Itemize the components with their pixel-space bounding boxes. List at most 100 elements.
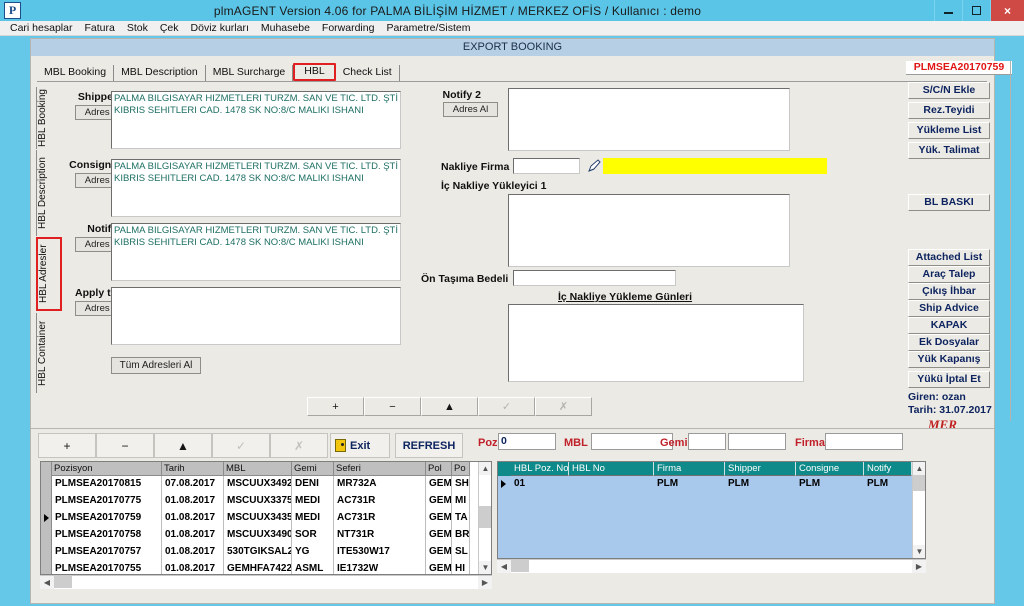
row-indicator[interactable] xyxy=(41,510,52,527)
scroll-down-icon[interactable]: ▼ xyxy=(913,545,925,558)
column-header-notify[interactable]: Notify xyxy=(864,462,912,476)
arac-talep-button[interactable]: Araç Talep xyxy=(908,266,990,283)
scroll-thumb[interactable] xyxy=(479,506,491,528)
record-confirm-button[interactable]: ✓ xyxy=(478,397,535,416)
list-delete-button[interactable]: − xyxy=(96,433,154,458)
row-indicator[interactable] xyxy=(41,493,52,510)
scn-ekle-button[interactable]: S/C/N Ekle xyxy=(908,82,990,99)
yuku-iptal-et-button[interactable]: Yükü İptal Et xyxy=(908,371,990,388)
gemi-secondary-filter-input[interactable] xyxy=(728,433,786,450)
refresh-button[interactable]: REFRESH xyxy=(395,433,463,458)
column-header-shipper[interactable]: Shipper xyxy=(725,462,796,476)
yuk-talimat-button[interactable]: Yük. Talimat xyxy=(908,142,990,159)
record-up-button[interactable]: ▲ xyxy=(421,397,478,416)
tab-mbl-description[interactable]: MBL Description xyxy=(114,65,206,81)
poz-filter-input[interactable]: 0 xyxy=(498,433,556,450)
row-indicator[interactable] xyxy=(41,476,52,493)
column-header-gemi[interactable]: Gemi xyxy=(292,462,334,476)
right-grid-horizontal-scrollbar[interactable]: ◀ ▶ xyxy=(497,559,926,573)
tab-check-list[interactable]: Check List xyxy=(336,65,400,81)
hbl-list-grid[interactable]: HBL Poz. No HBL No Firma Shipper Consign… xyxy=(497,461,926,559)
list-confirm-button[interactable]: ✓ xyxy=(212,433,270,458)
cikis-ihbar-button[interactable]: Çıkış İhbar xyxy=(908,283,990,300)
table-row-selected[interactable]: 01 PLM PLM PLM PLM xyxy=(498,476,925,492)
tab-mbl-surcharge[interactable]: MBL Surcharge xyxy=(206,65,294,81)
on-tasima-bedeli-input[interactable] xyxy=(513,270,676,286)
booking-list-grid[interactable]: Pozisyon Tarih MBL Gemi Seferi Pol Po PL… xyxy=(40,461,492,575)
record-add-button[interactable]: + xyxy=(307,397,364,416)
column-header-mbl[interactable]: MBL xyxy=(224,462,292,476)
ic-nakliye-yukleyici-box[interactable] xyxy=(508,194,790,267)
table-row[interactable]: PLMSEA20170755 01.08.2017 GEMHFA7422 ASM… xyxy=(41,561,491,574)
menu-item-stok[interactable]: Stok xyxy=(121,21,154,35)
row-indicator[interactable] xyxy=(41,527,52,544)
notify2-adres-al-button[interactable]: Adres Al xyxy=(443,102,498,117)
attached-list-button[interactable]: Attached List xyxy=(908,249,990,266)
bl-baski-button[interactable]: BL BASKI xyxy=(908,194,990,211)
consigne-address-box[interactable]: PALMA BILGISAYAR HIZMETLERI TURZM. SAN V… xyxy=(111,159,401,217)
record-delete-button[interactable]: − xyxy=(364,397,421,416)
scroll-down-icon[interactable]: ▼ xyxy=(479,561,491,574)
left-grid-vertical-scrollbar[interactable]: ▲ ▼ xyxy=(478,462,491,574)
scroll-up-icon[interactable]: ▲ xyxy=(479,462,491,475)
ek-dosyalar-button[interactable]: Ek Dosyalar xyxy=(908,334,990,351)
row-indicator[interactable] xyxy=(41,561,52,574)
notify-address-box[interactable]: PALMA BILGISAYAR HIZMETLERI TURZM. SAN V… xyxy=(111,223,401,281)
yuk-kapanis-button[interactable]: Yük Kapanış xyxy=(908,351,990,368)
column-header-pol[interactable]: Pol xyxy=(426,462,452,476)
tum-adresleri-al-button[interactable]: Tüm Adresleri Al xyxy=(111,357,201,374)
menu-item-parametre-sistem[interactable]: Parametre/Sistem xyxy=(380,21,476,35)
minimize-button[interactable] xyxy=(934,0,962,21)
scroll-up-icon[interactable]: ▲ xyxy=(913,462,925,475)
list-add-button[interactable]: + xyxy=(38,433,96,458)
column-header-tarih[interactable]: Tarih xyxy=(162,462,224,476)
tab-mbl-booking[interactable]: MBL Booking xyxy=(37,65,115,81)
column-header-pozisyon[interactable]: Pozisyon xyxy=(52,462,162,476)
column-header-hbl-poz-no[interactable]: HBL Poz. No xyxy=(511,462,569,476)
right-grid-vertical-scrollbar[interactable]: ▲ ▼ xyxy=(912,462,925,558)
scroll-right-icon[interactable]: ▶ xyxy=(912,560,926,573)
kapak-button[interactable]: KAPAK xyxy=(908,317,990,334)
table-row[interactable]: PLMSEA20170757 01.08.2017 530TGIKSAL2 YG… xyxy=(41,544,491,561)
scroll-thumb[interactable] xyxy=(54,576,72,588)
tab-hbl[interactable]: HBL xyxy=(293,63,336,81)
menu-item-fatura[interactable]: Fatura xyxy=(78,21,120,35)
gemi-filter-input[interactable] xyxy=(688,433,726,450)
rez-teyidi-button[interactable]: Rez.Teyidi xyxy=(908,102,990,119)
menu-item-forwarding[interactable]: Forwarding xyxy=(316,21,381,35)
ship-advice-button[interactable]: Ship Advice xyxy=(908,300,990,317)
left-grid-horizontal-scrollbar[interactable]: ◀ ▶ xyxy=(40,575,492,589)
table-row-selected[interactable]: PLMSEA20170759 01.08.2017 MSCUUX3435 MED… xyxy=(41,510,491,527)
notify2-address-box[interactable] xyxy=(508,88,790,151)
list-cancel-button[interactable]: ✗ xyxy=(270,433,328,458)
menu-item-muhasebe[interactable]: Muhasebe xyxy=(255,21,316,35)
row-indicator[interactable] xyxy=(498,476,511,492)
nakliye-firma-pick-button[interactable] xyxy=(584,158,603,175)
menu-item-cek[interactable]: Çek xyxy=(154,21,185,35)
column-header-pod[interactable]: Po xyxy=(452,462,470,476)
scroll-thumb[interactable] xyxy=(913,475,925,491)
list-up-button[interactable]: ▲ xyxy=(154,433,212,458)
table-row[interactable]: PLMSEA20170775 01.08.2017 MSCUUX3375 MED… xyxy=(41,493,491,510)
column-header-hbl-no[interactable]: HBL No xyxy=(569,462,654,476)
record-cancel-button[interactable]: ✗ xyxy=(535,397,592,416)
nakliye-firma-input[interactable] xyxy=(513,158,580,174)
exit-button[interactable]: Exit xyxy=(330,433,390,458)
maximize-button[interactable] xyxy=(962,0,990,21)
column-header-consigne[interactable]: Consigne xyxy=(796,462,864,476)
scroll-thumb[interactable] xyxy=(511,560,529,572)
shipper-address-box[interactable]: PALMA BILGISAYAR HIZMETLERI TURZM. SAN V… xyxy=(111,91,401,149)
ic-nakliye-yukleme-gunleri-box[interactable] xyxy=(508,304,804,382)
yukleme-list-button[interactable]: Yükleme List xyxy=(908,122,990,139)
table-row[interactable]: PLMSEA20170758 01.08.2017 MSCUUX3490 SOR… xyxy=(41,527,491,544)
scroll-right-icon[interactable]: ▶ xyxy=(478,576,492,589)
menu-item-cari-hesaplar[interactable]: Cari hesaplar xyxy=(4,21,78,35)
apply-to-address-box[interactable] xyxy=(111,287,401,345)
table-row[interactable]: PLMSEA20170815 07.08.2017 MSCUUX3492 DEN… xyxy=(41,476,491,493)
column-header-seferi[interactable]: Seferi xyxy=(334,462,426,476)
scroll-left-icon[interactable]: ◀ xyxy=(40,576,54,589)
close-button[interactable]: × xyxy=(990,0,1024,21)
menu-item-doviz-kurlari[interactable]: Döviz kurları xyxy=(185,21,255,35)
row-indicator[interactable] xyxy=(41,544,52,561)
firma-filter-input[interactable] xyxy=(825,433,903,450)
